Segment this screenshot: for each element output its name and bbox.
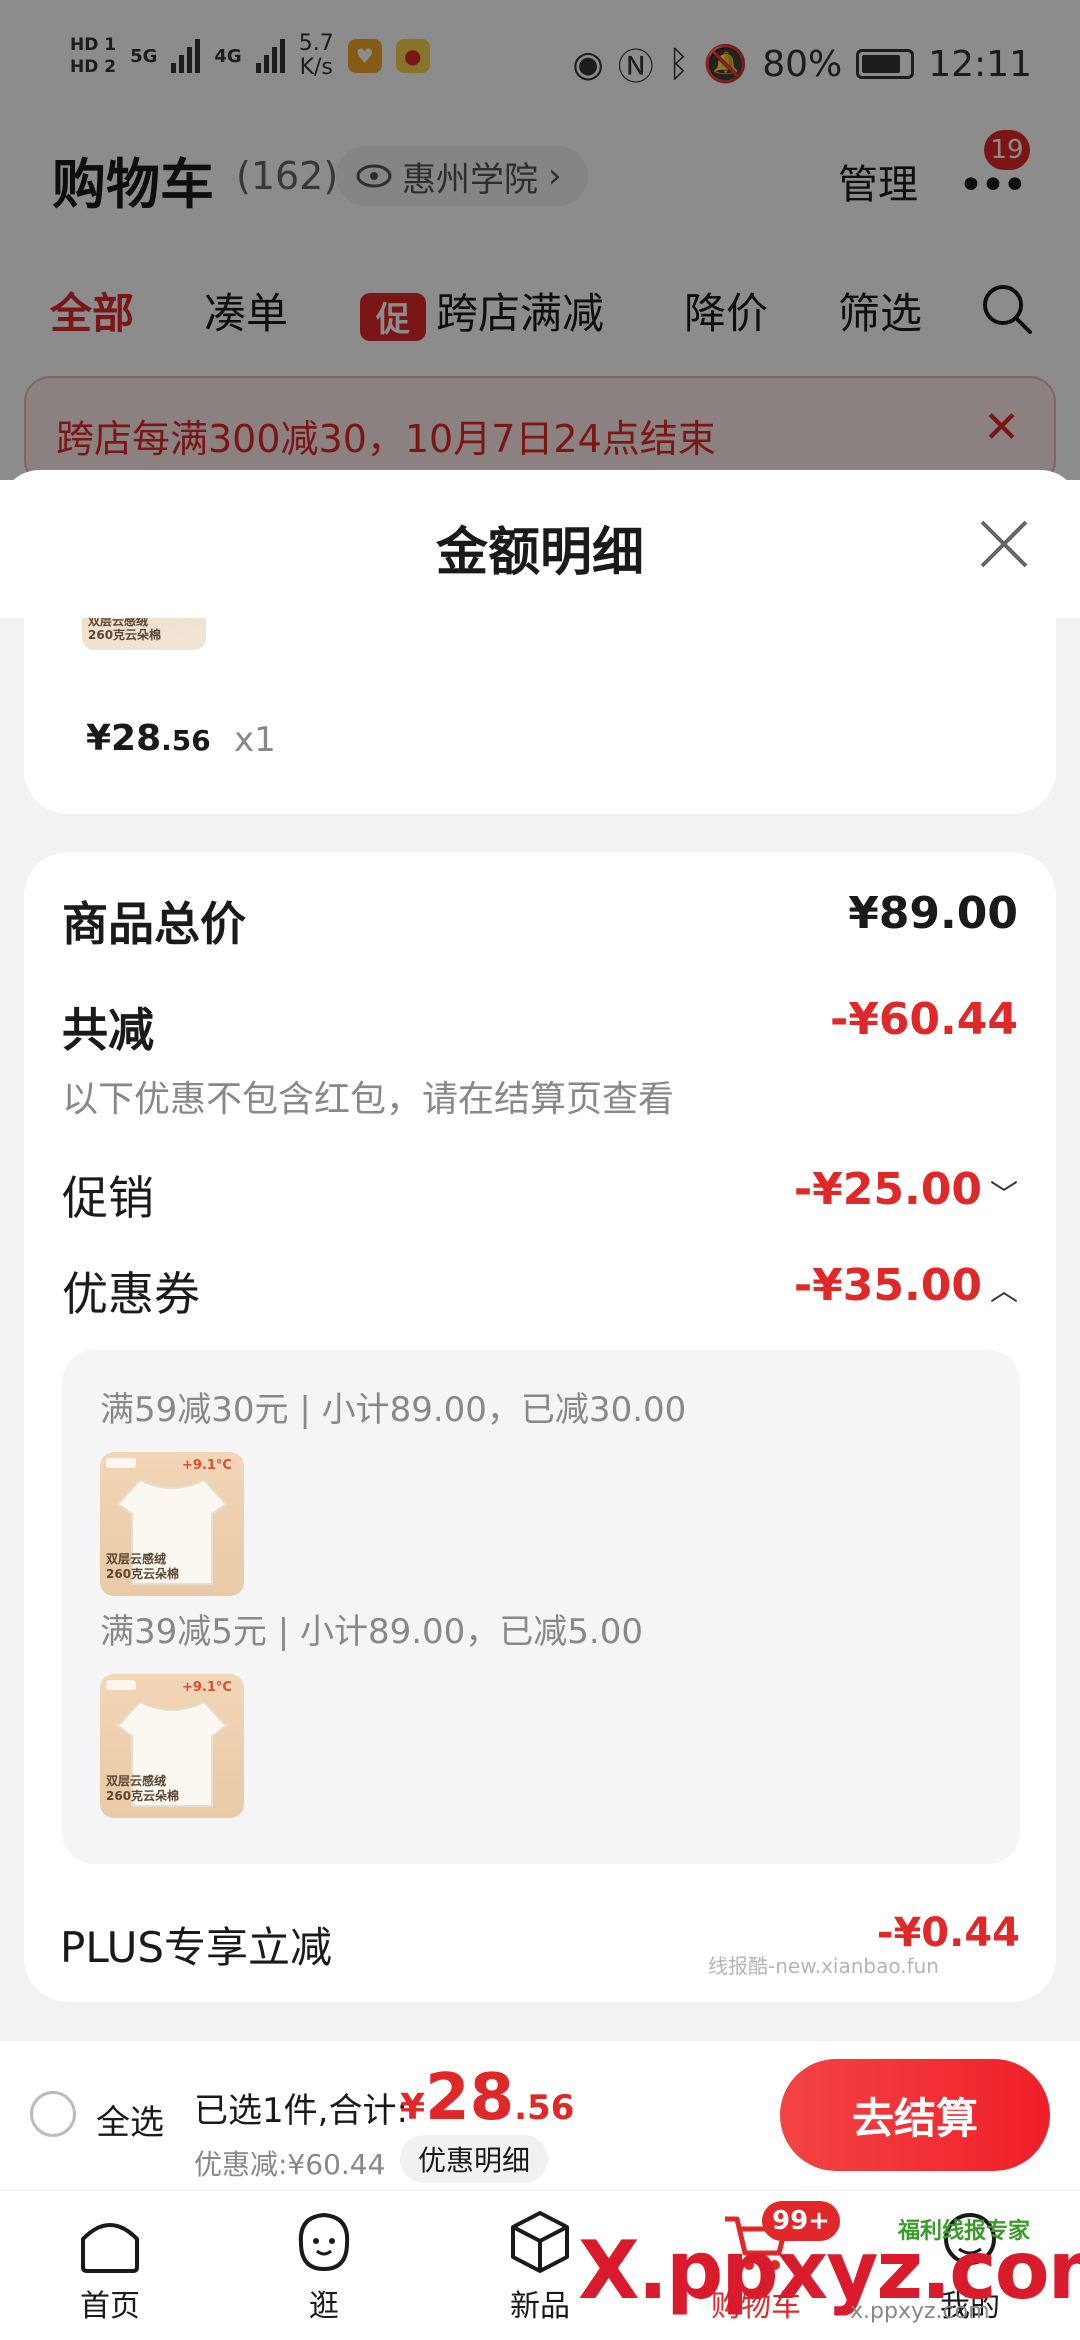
mascot-icon [298,2212,350,2272]
coupon-value: -¥35.00 [793,1260,982,1311]
thumb-text-1: 双层云感绒 [88,618,149,628]
sheet-header: 金额明细 [0,470,1080,618]
discount-note: 以下优惠不包含红包，请在结算页查看 [62,1079,675,1120]
product-temp-badge: +9.1°C [182,1680,232,1695]
modal-overlay[interactable] [0,0,1080,480]
select-all-radio[interactable] [30,2091,76,2137]
coupon-row-toggle[interactable]: -¥35.00 ︿ [794,1260,1018,1311]
item-price-int: ¥28 [86,718,162,759]
reduce-value: -¥60.44 [829,994,1018,1045]
thumb-text-2: 260克云朵棉 [106,1567,180,1581]
thumb-text-2: 260克云朵棉 [88,628,162,642]
promo-label[interactable]: 促销 [62,1162,154,1228]
product-thumbnail[interactable]: +9.1°C 双层云感绒 260克云朵棉 [100,1452,244,1596]
discount-detail-button[interactable]: 优惠明细 [400,2135,549,2183]
product-temp-badge: +9.1°C [182,1458,232,1473]
total-value: ¥89.00 [848,888,1018,939]
item-quantity: x1 [234,720,276,760]
coupon-line: 满39减5元 | 小计89.00，已减5.00 [100,1612,644,1652]
item-price-dec: .56 [161,724,211,757]
item-price: ¥28.56 [86,718,211,759]
checkout-button[interactable]: 去结算 [780,2059,1050,2171]
sheet-title: 金额明细 [435,523,644,583]
promo-row-toggle[interactable]: -¥25.00 ﹀ [794,1164,1018,1215]
total-amount: ¥28.56 [400,2061,574,2135]
amount-detail-sheet: 金额明细 双层云感绒 260克云朵棉 ¥28.56 x1 商品总价 ¥89.00… [0,470,1080,2040]
product-thumbnail[interactable]: 双层云感绒 260克云朵棉 [82,618,206,650]
item-card: 双层云感绒 260克云朵棉 ¥28.56 x1 [24,618,1056,814]
total-dec: .56 [514,2088,575,2128]
total-label: 商品总价 [62,897,246,951]
coupon-line: 满59减30元 | 小计89.00，已减30.00 [100,1390,687,1430]
watermark-small: x.ppxyz.com [850,2299,990,2324]
bottom-nav: 首页 逛 新品 购物车 99+ 我的 X.ppxyz.com x.ppxyz.c… [0,2190,1080,2340]
promo-value: -¥25.00 [793,1164,982,1215]
coupon-label[interactable]: 优惠券 [62,1258,200,1324]
nav-item-explore[interactable]: 逛 [254,2209,394,2325]
nav-label: 首页 [80,2289,140,2324]
discount-summary: 优惠减:¥60.44 [194,2148,386,2181]
watermark-tag: 福利线报专家 [898,2219,1031,2244]
reduce-label: 共减 [62,1003,154,1057]
total-currency: ¥ [400,2087,426,2128]
thumb-text-1: 双层云感绒 [106,1774,167,1788]
selection-summary: 已选1件,合计: [194,2091,408,2131]
thumb-text-2: 260克云朵棉 [106,1789,180,1803]
close-icon[interactable] [974,514,1034,574]
nav-label: 逛 [309,2289,339,2324]
coupon-detail-box: 满59减30元 | 小计89.00，已减30.00 +9.1°C 双层云感绒 2… [62,1350,1020,1864]
thumb-text-1: 双层云感绒 [106,1552,167,1566]
product-thumbnail[interactable]: +9.1°C 双层云感绒 260克云朵棉 [100,1674,244,1818]
plus-discount-label: PLUS专享立减 [60,1923,333,1972]
price-breakdown-card: 商品总价 ¥89.00 共减 -¥60.44 以下优惠不包含红包，请在结算页查看… [24,852,1056,2002]
chevron-up-icon: ︿ [989,1274,1018,1307]
nav-item-home[interactable]: 首页 [40,2209,180,2325]
watermark-text: 线报酷-new.xianbao.fun [708,1954,939,1978]
chevron-down-icon: ﹀ [989,1178,1018,1211]
total-int: 28 [425,2061,515,2135]
cube-icon [511,2211,569,2273]
home-icon [81,2223,139,2273]
checkout-bar: 全选 已选1件,合计: ¥28.56 优惠减:¥60.44 优惠明细 去结算 [0,2040,1080,2190]
select-all-label[interactable]: 全选 [96,2095,164,2144]
